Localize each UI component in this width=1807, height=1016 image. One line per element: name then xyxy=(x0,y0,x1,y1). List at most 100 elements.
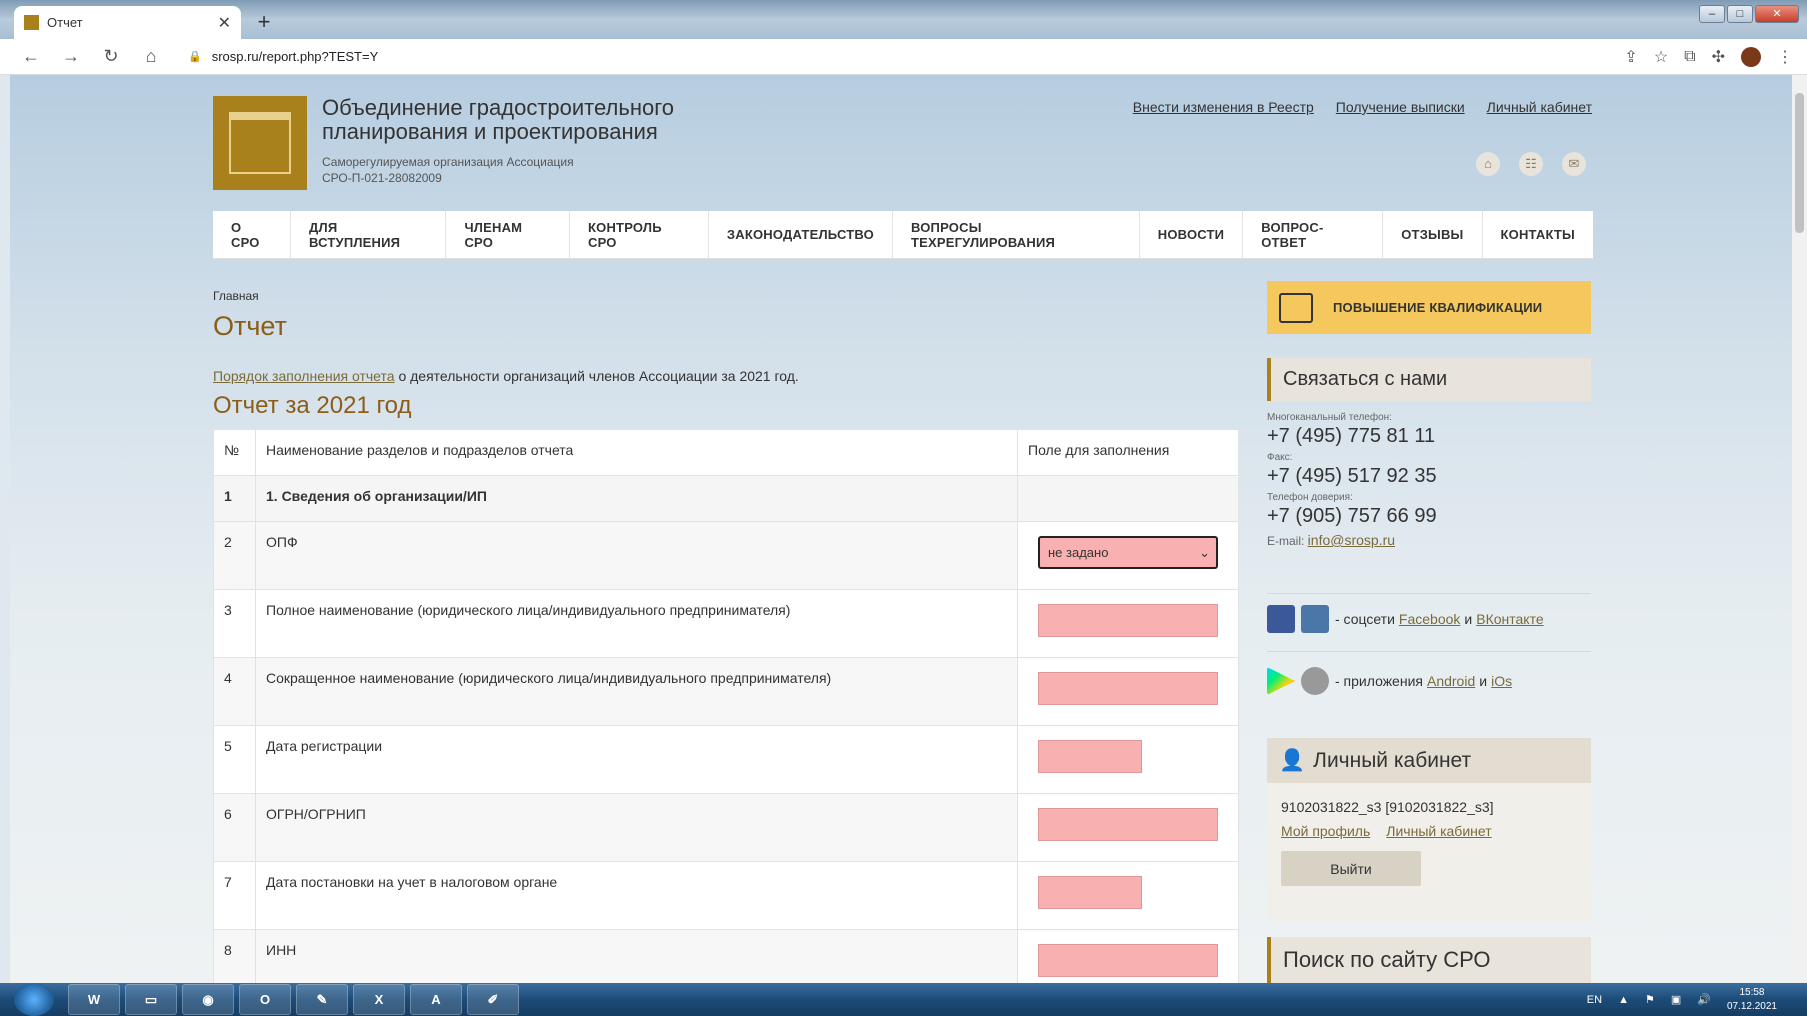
my-profile-link[interactable]: Мой профиль xyxy=(1281,823,1370,839)
reg-date-input[interactable] xyxy=(1038,740,1142,773)
phone-label: Многоканальный телефон: xyxy=(1267,412,1392,423)
cabinet-link[interactable]: Личный кабинет xyxy=(1386,823,1491,839)
org-title-block: Объединение градостроительного планирова… xyxy=(322,96,722,186)
header-links: Внести изменения в Реестр Получение выпи… xyxy=(1133,99,1592,115)
apple-icon[interactable] xyxy=(1301,667,1329,695)
org-logo[interactable] xyxy=(213,96,307,190)
start-button[interactable] xyxy=(14,983,54,1016)
trust-label: Телефон доверия: xyxy=(1267,492,1353,503)
star-icon[interactable]: ☆ xyxy=(1654,47,1668,67)
nav-item[interactable]: ВОПРОС-ОТВЕТ xyxy=(1243,210,1384,259)
table-row: 7 Дата постановки на учет в налоговом ор… xyxy=(213,861,1239,930)
home-icon[interactable]: ⌂ xyxy=(1476,152,1500,176)
divider xyxy=(1267,651,1591,652)
nav-item[interactable]: НОВОСТИ xyxy=(1140,210,1244,259)
header-icons: ⌂ ☷ ✉ xyxy=(1476,152,1586,176)
minimize-button[interactable]: – xyxy=(1699,5,1725,23)
contact-block: Многоканальный телефон: +7 (495) 775 81 … xyxy=(1267,412,1591,548)
home-icon[interactable]: ⌂ xyxy=(142,46,160,67)
nav-item[interactable]: ВОПРОСЫ ТЕХРЕГУЛИРОВАНИЯ xyxy=(893,210,1140,259)
cabinet-user: 9102031822_s3 [9102031822_s3] xyxy=(1281,799,1494,815)
back-icon[interactable]: ← xyxy=(22,46,40,67)
tab-title: Отчет xyxy=(47,15,83,30)
menu-icon[interactable]: ⋮ xyxy=(1777,47,1793,67)
avatar[interactable] xyxy=(1741,47,1761,67)
nav-item[interactable]: ДЛЯ ВСТУПЛЕНИЯ xyxy=(291,210,447,259)
maximize-button[interactable]: □ xyxy=(1727,5,1753,23)
browser-tab[interactable]: Отчет ✕ xyxy=(14,6,241,39)
email-link[interactable]: info@srosp.ru xyxy=(1308,532,1395,548)
excel-icon[interactable]: X xyxy=(353,984,405,1015)
link-cabinet[interactable]: Личный кабинет xyxy=(1487,99,1592,115)
page-title: Отчет xyxy=(213,311,287,341)
browser-titlebar: Отчет ✕ + – □ ✕ xyxy=(0,0,1807,39)
facebook-icon[interactable] xyxy=(1267,605,1295,633)
vk-icon[interactable] xyxy=(1301,605,1329,633)
col-num-header: № xyxy=(213,429,256,476)
org-subtitle: Саморегулируемая организация Ассоциация … xyxy=(322,155,574,185)
google-play-icon[interactable] xyxy=(1267,667,1295,695)
outlook-icon[interactable]: O xyxy=(239,984,291,1015)
nav-item[interactable]: ЗАКОНОДАТЕЛЬСТВО xyxy=(709,210,893,259)
sitemap-icon[interactable]: ☷ xyxy=(1519,152,1543,176)
report-table: № Наименование разделов и подразделов от… xyxy=(213,429,1239,983)
vk-link[interactable]: ВКонтакте xyxy=(1476,611,1543,627)
reload-icon[interactable]: ↻ xyxy=(102,46,120,67)
nav-item[interactable]: ЧЛЕНАМ СРО xyxy=(446,210,571,259)
close-window-button[interactable]: ✕ xyxy=(1755,5,1799,23)
opf-select[interactable]: не задано ⌄ xyxy=(1038,536,1218,569)
report-title: Отчет за 2021 год xyxy=(213,392,412,419)
logout-button[interactable]: Выйти xyxy=(1281,851,1421,886)
fill-order-link[interactable]: Порядок заполнения отчета xyxy=(213,368,395,384)
tax-date-input[interactable] xyxy=(1038,876,1142,909)
table-row: 6 ОГРН/ОГРНИП xyxy=(213,793,1239,862)
browser-toolbar: ⇪ ☆ ⧉ ✣ ⋮ xyxy=(1624,47,1793,67)
nav-item[interactable]: О СРО xyxy=(213,210,292,259)
notes-icon[interactable]: ✎ xyxy=(296,984,348,1015)
extension-icon[interactable]: ⧉ xyxy=(1684,48,1695,66)
language-indicator[interactable]: EN xyxy=(1587,994,1602,1006)
close-tab-icon[interactable]: ✕ xyxy=(218,13,231,33)
col-field-header: Поле для заполнения xyxy=(1017,429,1239,476)
qualification-banner[interactable]: ПОВЫШЕНИЕ КВАЛИФИКАЦИИ xyxy=(1267,281,1591,334)
android-link[interactable]: Android xyxy=(1427,673,1475,689)
explorer-icon[interactable]: ▭ xyxy=(125,984,177,1015)
main-nav: О СРО ДЛЯ ВСТУПЛЕНИЯ ЧЛЕНАМ СРО КОНТРОЛЬ… xyxy=(213,210,1593,259)
cabinet-panel: 👤 Личный кабинет 9102031822_s3 [910203182… xyxy=(1267,738,1591,922)
table-row: 3 Полное наименование (юридического лица… xyxy=(213,589,1239,658)
nav-item[interactable]: КОНТРОЛЬ СРО xyxy=(570,210,709,259)
new-tab-button[interactable]: + xyxy=(252,10,276,34)
full-name-input[interactable] xyxy=(1038,604,1218,637)
page-scrollbar[interactable] xyxy=(1792,75,1807,983)
nav-item[interactable]: КОНТАКТЫ xyxy=(1483,211,1593,259)
chrome-icon[interactable]: ◉ xyxy=(182,984,234,1015)
pdf-icon[interactable]: A xyxy=(410,984,462,1015)
network-icon[interactable]: ▣ xyxy=(1671,993,1681,1006)
flag-icon[interactable]: ⚑ xyxy=(1645,993,1655,1006)
windows-taskbar: W ▭ ◉ O ✎ X A ✐ EN ▲ ⚑ ▣ 🔊 15:58 07.12.2… xyxy=(0,983,1807,1016)
forward-icon[interactable]: → xyxy=(62,46,80,67)
ios-link[interactable]: iOs xyxy=(1491,673,1512,689)
tray-arrow-icon[interactable]: ▲ xyxy=(1618,994,1629,1006)
inn-input[interactable] xyxy=(1038,944,1218,977)
intro-text: Порядок заполнения отчета о деятельности… xyxy=(213,368,799,384)
mail-icon[interactable]: ✉ xyxy=(1562,152,1586,176)
paint-icon[interactable]: ✐ xyxy=(467,984,519,1015)
short-name-input[interactable] xyxy=(1038,672,1218,705)
facebook-link[interactable]: Facebook xyxy=(1399,611,1460,627)
clock[interactable]: 15:58 07.12.2021 xyxy=(1727,986,1777,1014)
link-registry-changes[interactable]: Внести изменения в Реестр xyxy=(1133,99,1314,115)
word-icon[interactable]: W xyxy=(68,984,120,1015)
ogrn-input[interactable] xyxy=(1038,808,1218,841)
puzzle-icon[interactable]: ✣ xyxy=(1712,47,1725,67)
apps-row: - приложения Android и iOs xyxy=(1267,667,1516,695)
trust-value: +7 (905) 757 66 99 xyxy=(1267,505,1437,527)
link-extract[interactable]: Получение выписки xyxy=(1336,99,1465,115)
share-icon[interactable]: ⇪ xyxy=(1624,47,1637,67)
lock-icon: 🔒 xyxy=(188,51,202,63)
nav-item[interactable]: ОТЗЫВЫ xyxy=(1383,210,1483,259)
org-name: Объединение градостроительного планирова… xyxy=(322,95,674,144)
url-field[interactable]: 🔒 srosp.ru/report.php?TEST=Y xyxy=(188,49,378,64)
volume-icon[interactable]: 🔊 xyxy=(1697,993,1711,1006)
breadcrumb[interactable]: Главная xyxy=(213,289,259,303)
